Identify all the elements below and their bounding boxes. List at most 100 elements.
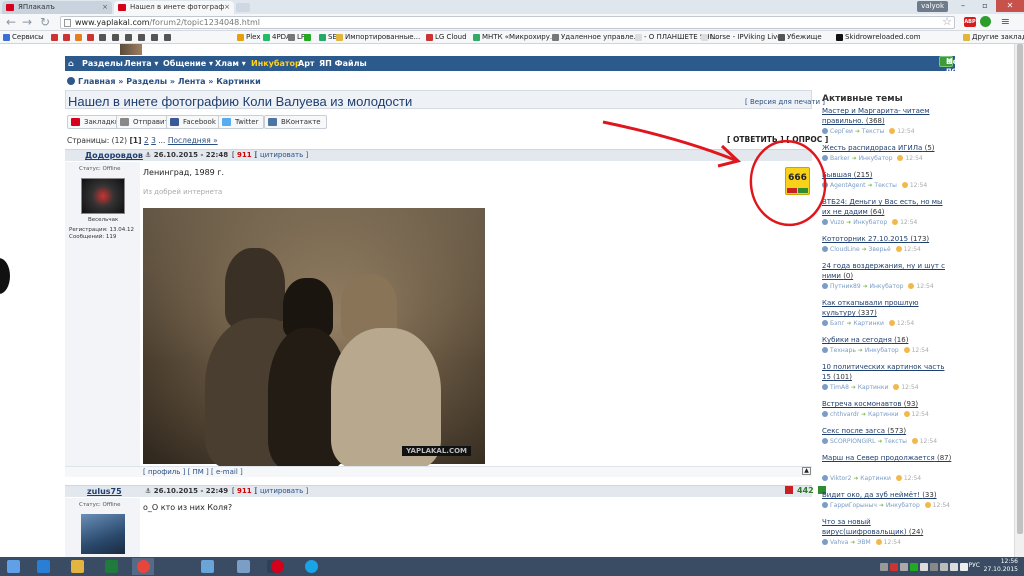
print-version-link[interactable]: [ Версия для печати ]	[745, 98, 825, 106]
maximize-icon[interactable]: ▫	[974, 0, 996, 12]
topic-author[interactable]: ГарриГорыныч	[830, 502, 877, 509]
bookmark-item[interactable]: Импортированные...	[335, 31, 420, 43]
bookmark-item[interactable]: МНТК «Микрохиру...	[472, 31, 557, 43]
bookmark-item[interactable]: Убежище	[777, 31, 822, 43]
tray-icon[interactable]	[880, 563, 888, 571]
nav-files[interactable]: ЯП Файлы	[319, 56, 367, 71]
chrome-menu-icon[interactable]: ≡	[1001, 15, 1010, 28]
nav-chat[interactable]: Общение ▾	[163, 56, 213, 71]
share-twitter-button[interactable]: Twitter	[218, 115, 265, 129]
extension-icon[interactable]	[980, 16, 991, 27]
scrollbar-thumb[interactable]	[1017, 44, 1023, 534]
active-topic-link[interactable]: ВТБ24: Деньги у Вас есть, но мы их не да…	[822, 197, 952, 217]
topic-author[interactable]: CloudLine	[830, 246, 860, 253]
post-link-icon[interactable]: ⚓	[145, 151, 154, 159]
pager-page-2[interactable]: 2	[144, 136, 149, 145]
avatar[interactable]	[81, 514, 125, 554]
topic-author[interactable]: СерГеи	[830, 128, 853, 135]
post-photo[interactable]: YAPLAKAL.COM	[143, 208, 485, 468]
topic-section[interactable]: Тексты	[884, 438, 907, 445]
post-reputation[interactable]: [ 911 ]	[232, 150, 257, 161]
topic-section[interactable]: Картинки	[858, 384, 889, 391]
bookmark-item[interactable]: LG Cloud	[425, 31, 467, 43]
language-indicator[interactable]: РУС	[969, 562, 980, 569]
nav-junk[interactable]: Хлам ▾	[215, 56, 246, 71]
tray-icon[interactable]	[900, 563, 908, 571]
post-username[interactable]: zulus75	[87, 486, 122, 497]
topic-author[interactable]: Vahva	[830, 539, 848, 546]
topic-author[interactable]: Технарь	[830, 347, 856, 354]
bookmark-item[interactable]: Удаленное управле...	[551, 31, 640, 43]
post-username[interactable]: Додоровдов	[85, 150, 143, 161]
share-vk-button[interactable]: ВКонтакте	[264, 115, 327, 129]
active-topic-link[interactable]: Секс после загса (573)	[822, 426, 952, 436]
tray-icon[interactable]	[910, 563, 918, 571]
volume-icon[interactable]	[950, 563, 958, 571]
topic-section[interactable]: Зверьё	[869, 246, 891, 253]
active-topic-link[interactable]: 24 года воздержания, ну и шут с ними (0)	[822, 261, 952, 281]
nav-sections[interactable]: Разделы	[82, 56, 123, 71]
topic-section[interactable]: Картинки	[860, 475, 891, 482]
topic-author[interactable]: AgentAgent	[830, 182, 866, 189]
close-window-icon[interactable]: ✕	[996, 0, 1024, 12]
rating-minus-button[interactable]	[787, 188, 797, 193]
close-tab-icon[interactable]: ×	[102, 1, 108, 13]
chrome-taskbar-icon[interactable]	[132, 558, 154, 575]
topic-author[interactable]: Бэпг	[830, 320, 844, 327]
network-icon[interactable]	[960, 563, 968, 571]
topic-author[interactable]: Barker	[830, 155, 850, 162]
post-reputation[interactable]: [ 911 ]	[232, 486, 257, 497]
active-topic-link[interactable]: Марш на Север продолжается (87)	[822, 453, 952, 463]
new-tab-button[interactable]	[236, 3, 250, 12]
post-footer-links[interactable]: [ профиль ] [ ПМ ] [ e-mail ]	[143, 468, 243, 476]
rating-plus-button[interactable]	[798, 188, 808, 193]
topic-author[interactable]: TimA8	[830, 384, 849, 391]
reply-poll-links[interactable]: [ ОТВЕТИТЬ ] [ ОПРОС ]	[727, 135, 828, 144]
pager-last[interactable]: Последняя »	[168, 136, 218, 145]
active-topic-link[interactable]: 10 политических картинок часть 15 (101)	[822, 362, 952, 382]
topic-author[interactable]: SCORPIONGIRL	[830, 438, 875, 445]
new-post-button[interactable]: ⊕ Новый пост	[939, 56, 976, 75]
active-topic-link[interactable]: Встреча космонавтов (93)	[822, 399, 952, 409]
active-topic-link[interactable]: Жесть распидораса ИГИЛа (5)	[822, 143, 952, 153]
topic-section[interactable]: Инкубатор	[865, 347, 899, 354]
tray-icon[interactable]	[890, 563, 898, 571]
excel-taskbar-icon[interactable]	[100, 558, 122, 575]
nav-feed[interactable]: Лента ▾	[124, 56, 158, 71]
quote-link[interactable]: [ цитировать ]	[255, 486, 308, 497]
topic-section[interactable]: ЭВМ	[857, 539, 870, 546]
nav-incubator[interactable]: Инкубатор	[251, 56, 301, 71]
bookmark-item[interactable]: LF	[287, 31, 305, 43]
skype-taskbar-icon[interactable]	[300, 558, 322, 575]
active-topic-link[interactable]: Видит око, да зуб неймёт! (33)	[822, 490, 952, 500]
post-link-icon[interactable]: ⚓	[145, 487, 154, 495]
tray-icon[interactable]	[920, 563, 928, 571]
paint-taskbar-icon[interactable]	[196, 558, 218, 575]
topic-section[interactable]: Инкубатор	[886, 502, 920, 509]
tray-icon[interactable]	[940, 563, 948, 571]
tray-icon[interactable]	[930, 563, 938, 571]
remote-taskbar-icon[interactable]	[232, 558, 254, 575]
active-topic-link[interactable]: Как откапывали прошлую культуру (337)	[822, 298, 952, 318]
adblock-extension-icon[interactable]: ABP	[964, 17, 976, 27]
bookmark-item[interactable]: Другие закладки	[962, 31, 1024, 43]
topic-section[interactable]: Инкубатор	[859, 155, 893, 162]
topic-section[interactable]: Тексты	[862, 128, 885, 135]
reload-icon[interactable]: ↻	[38, 15, 52, 29]
topic-author[interactable]: Vuzo	[830, 219, 844, 226]
minimize-icon[interactable]: –	[952, 0, 974, 12]
start-taskbar-icon[interactable]	[2, 558, 24, 575]
nav-art[interactable]: Арт	[298, 56, 315, 71]
rating-minus-button[interactable]	[785, 486, 793, 494]
page-scrollbar[interactable]	[1014, 44, 1024, 557]
bookmark-item[interactable]: Plex	[236, 31, 261, 43]
active-topic-link[interactable]: Мастер и Маргарита- читаем правильно. (3…	[822, 106, 952, 126]
home-icon[interactable]: ⌂	[68, 56, 74, 71]
quote-link[interactable]: [ цитировать ]	[255, 150, 308, 161]
pager-page-3[interactable]: 3	[151, 136, 156, 145]
topic-section[interactable]: Тексты	[874, 182, 897, 189]
active-topic-link[interactable]: Кубики на сегодня (16)	[822, 335, 952, 345]
opera-taskbar-icon[interactable]	[266, 558, 288, 575]
active-topic-link[interactable]: Кототорник 27.10.2015 (173)	[822, 234, 952, 244]
topic-author[interactable]: chthvardr	[830, 411, 859, 418]
